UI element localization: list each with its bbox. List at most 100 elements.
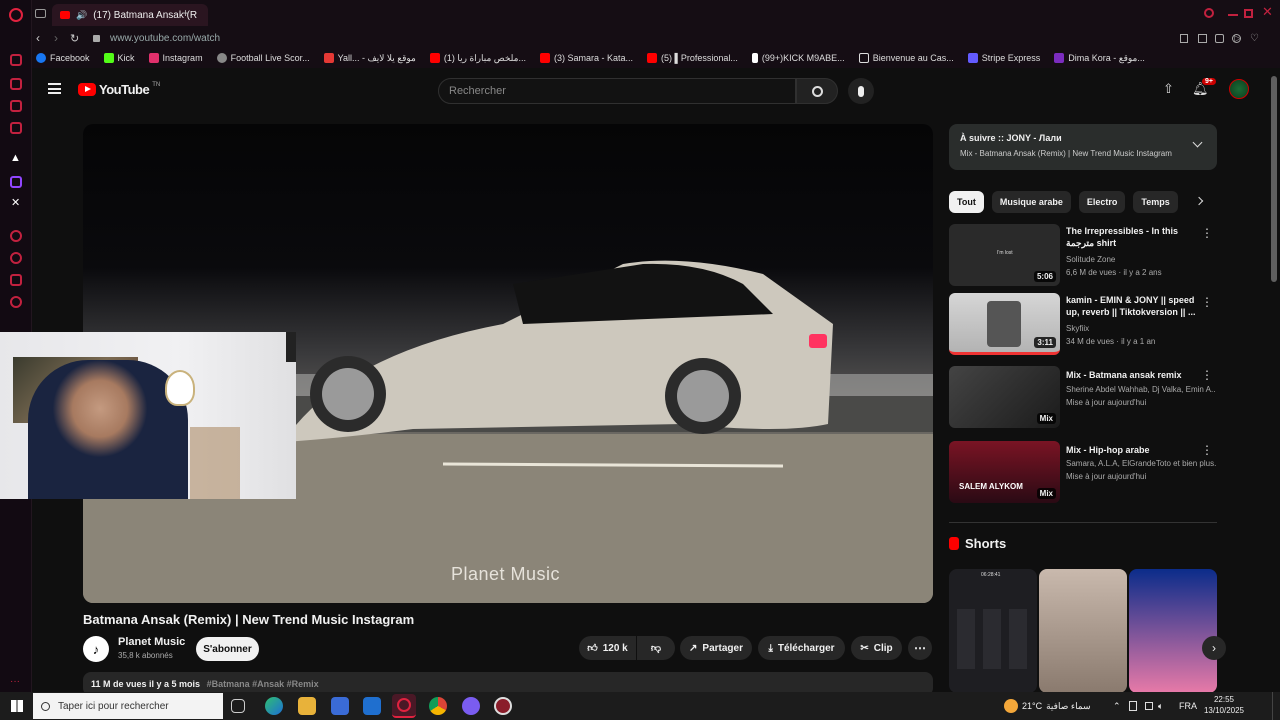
video-thumbnail[interactable]: Mix: [949, 366, 1060, 428]
more-vert-icon[interactable]: ⋮: [1201, 368, 1213, 382]
tab-menu-icon[interactable]: [35, 9, 46, 18]
video-thumbnail[interactable]: SALEM ALYKOM Mix: [949, 441, 1060, 503]
rec-title[interactable]: Mix - Hip-hop arabe: [1066, 444, 1206, 456]
chip-temps[interactable]: Temps: [1133, 191, 1178, 213]
clip-button[interactable]: ✂ Clip: [851, 636, 902, 660]
rec-channel[interactable]: Samara, A.L.A, ElGrandeToto et bien plus…: [1066, 459, 1216, 468]
video-thumbnail[interactable]: 3:11: [949, 293, 1060, 355]
forward-icon[interactable]: ›: [54, 31, 58, 45]
language-indicator[interactable]: FRA: [1179, 692, 1197, 720]
maximize-icon[interactable]: [1244, 9, 1253, 18]
clock[interactable]: 22:55 13/10/2025: [1200, 694, 1248, 716]
settings-icon[interactable]: [10, 296, 22, 308]
play-icon[interactable]: ▷: [1234, 33, 1241, 44]
url-field[interactable]: www.youtube.com/watch: [110, 33, 220, 44]
edge-icon[interactable]: [265, 697, 283, 715]
short-item[interactable]: [1129, 569, 1217, 693]
more-vert-icon[interactable]: ⋮: [1201, 295, 1213, 309]
download-button[interactable]: ⤓ Télécharger: [758, 636, 845, 660]
tray-chevron-icon[interactable]: ⌃: [1113, 692, 1121, 720]
up-next-panel[interactable]: À suivre :: JONY - Лали Mix - Batmana An…: [949, 124, 1217, 170]
heart-icon[interactable]: ♡: [1250, 33, 1259, 44]
list-item[interactable]: Mix Mix - Batmana ansak remix Sherine Ab…: [949, 366, 1217, 434]
opera-logo-icon[interactable]: [9, 8, 23, 22]
bookmark-item[interactable]: Football Live Scor...: [216, 53, 310, 63]
share-button[interactable]: ↗ Partager: [680, 636, 752, 660]
back-icon[interactable]: ‹: [36, 31, 40, 45]
voice-search-button[interactable]: [848, 78, 874, 104]
chip-all[interactable]: Tout: [949, 191, 984, 213]
show-desktop[interactable]: [1272, 692, 1280, 720]
hashtags[interactable]: #Batmana #Ansak #Remix: [207, 679, 319, 689]
menu-icon[interactable]: [48, 83, 61, 94]
rec-channel[interactable]: Skyfiix: [1066, 324, 1216, 333]
rec-channel[interactable]: Sherine Abdel Wahhab, Dj Valka, Emin A..…: [1066, 385, 1216, 394]
bookmark-item[interactable]: Yall... - موقع يلا لايف: [323, 53, 416, 64]
search-button[interactable]: [796, 78, 838, 104]
file-explorer-icon[interactable]: [298, 697, 316, 715]
short-item[interactable]: 06:28:41: [949, 569, 1037, 693]
chrome-icon[interactable]: [429, 697, 447, 715]
task-view-icon[interactable]: [231, 699, 245, 713]
bookmark-item[interactable]: Kick: [103, 53, 135, 63]
bookmark-page-icon[interactable]: [1180, 33, 1188, 43]
more-vert-icon[interactable]: ⋮: [1201, 226, 1213, 240]
like-button[interactable]: 👍︎ 120 k: [579, 636, 636, 660]
calendar-icon[interactable]: [10, 122, 22, 134]
outlook-icon[interactable]: [363, 697, 381, 715]
list-item[interactable]: 3:11 kamin - EMIN & JONY || speed up, re…: [949, 293, 1217, 361]
reload-icon[interactable]: ↻: [70, 32, 79, 45]
rec-title[interactable]: Mix - Batmana ansak remix: [1066, 369, 1206, 381]
bookmark-item[interactable]: (99+)KICK M9ABE...: [751, 53, 845, 63]
store-icon[interactable]: [331, 697, 349, 715]
player-icon[interactable]: [10, 230, 22, 242]
more-actions-button[interactable]: ⋯: [908, 636, 932, 660]
scrollbar[interactable]: [1271, 76, 1277, 282]
avatar[interactable]: [1229, 79, 1249, 99]
taskbar-search[interactable]: Taper ici pour rechercher: [33, 693, 223, 719]
app-icon[interactable]: [494, 697, 512, 715]
windows-start-icon[interactable]: [11, 700, 23, 712]
x-icon[interactable]: ✕: [11, 196, 20, 209]
window-search-icon[interactable]: [1204, 8, 1214, 18]
upload-icon[interactable]: ⇧: [1163, 81, 1174, 97]
bookmark-item[interactable]: (5) ▌Professional...: [647, 53, 738, 63]
bookmark-item[interactable]: (1) ملخص مباراة ريا...: [429, 53, 526, 64]
notifications-button[interactable]: 🔔︎ 9+: [1192, 78, 1216, 98]
bookmark-item[interactable]: Instagram: [148, 53, 203, 63]
aria-icon[interactable]: [10, 54, 22, 66]
more-vert-icon[interactable]: ⋮: [1201, 443, 1213, 457]
more-icon[interactable]: ···: [10, 676, 20, 687]
chat-icon[interactable]: [10, 100, 22, 112]
rec-title[interactable]: kamin - EMIN & JONY || speed up, reverb …: [1066, 294, 1206, 318]
arc-icon[interactable]: ▲: [10, 152, 21, 164]
snapshot-icon[interactable]: [1198, 33, 1207, 43]
rec-channel[interactable]: Solitude Zone: [1066, 255, 1216, 264]
opera-taskbar-icon[interactable]: [392, 694, 416, 718]
bookmark-item[interactable]: Facebook: [36, 53, 90, 63]
channel-name[interactable]: Planet Music: [118, 636, 185, 648]
new-tab-icon[interactable]: +: [182, 6, 189, 20]
chip-electro[interactable]: Electro: [1078, 191, 1126, 213]
bookmark-item[interactable]: Dima Kora - موقع...: [1054, 53, 1145, 64]
close-icon[interactable]: ✕: [1262, 4, 1273, 20]
channel-avatar[interactable]: ♪: [83, 636, 109, 662]
chip-arabic-music[interactable]: Musique arabe: [991, 191, 1071, 213]
list-item[interactable]: I'm lost 5:06 The Irrepressibles - In th…: [949, 224, 1217, 292]
search-input[interactable]: Rechercher: [438, 78, 796, 104]
bookmark-item[interactable]: Bienvenue au Cas...: [858, 53, 954, 63]
weather-widget[interactable]: 21°C سماء صافية: [1004, 692, 1091, 720]
video-thumbnail[interactable]: I'm lost 5:06: [949, 224, 1060, 286]
network-icon[interactable]: [1145, 692, 1153, 720]
list-item[interactable]: SALEM ALYKOM Mix Mix - Hip-hop arabe Sam…: [949, 441, 1217, 509]
battery-icon[interactable]: [1129, 692, 1137, 720]
shorts-next-button[interactable]: ›: [1202, 636, 1226, 660]
short-item[interactable]: [1039, 569, 1127, 693]
youtube-logo[interactable]: YouTube TN: [78, 82, 160, 97]
vpn-icon[interactable]: [1215, 33, 1224, 43]
bookmark-item[interactable]: Stripe Express: [967, 53, 1040, 63]
volume-icon[interactable]: 🔈︎: [1158, 692, 1163, 720]
rec-title[interactable]: The Irrepressibles - In this مترجمة shir…: [1066, 225, 1206, 249]
twitch-icon[interactable]: [10, 176, 22, 188]
minimize-icon[interactable]: [1228, 14, 1238, 16]
